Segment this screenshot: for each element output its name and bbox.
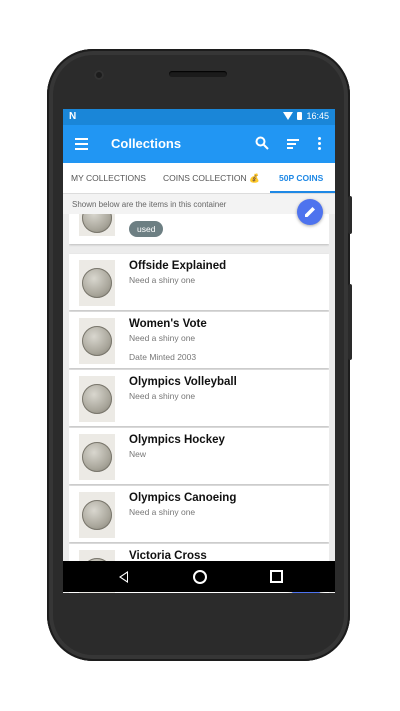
more-options-icon[interactable] xyxy=(318,137,322,151)
sort-filter-icon[interactable] xyxy=(287,139,299,149)
coin-thumbnail xyxy=(79,376,115,422)
recents-icon[interactable] xyxy=(270,570,283,583)
notification-icon: N xyxy=(69,111,77,122)
wifi-icon xyxy=(283,112,294,120)
list-item[interactable]: Olympics Canoeing Need a shiny one xyxy=(69,486,329,542)
coin-thumbnail xyxy=(79,434,115,480)
coin-image xyxy=(82,442,112,472)
list-item[interactable]: Olympics Volleyball Need a shiny one xyxy=(69,370,329,426)
edit-button[interactable] xyxy=(297,199,323,225)
status-right-group: 16:45 xyxy=(283,111,329,121)
tab-bar: MY COLLECTIONS COINS COLLECTION 💰 50P CO… xyxy=(63,163,335,194)
container-info-strip: Shown below are the items in this contai… xyxy=(63,194,335,214)
coin-image xyxy=(82,326,112,356)
pencil-icon xyxy=(305,207,315,217)
item-title: Olympics Hockey xyxy=(129,434,225,446)
front-camera xyxy=(94,70,104,80)
home-icon[interactable] xyxy=(193,570,207,584)
coin-thumbnail xyxy=(79,214,115,236)
condition-chip: used xyxy=(129,221,164,237)
item-list[interactable]: used Offside Explained Need a shiny one … xyxy=(69,214,329,593)
search-icon[interactable] xyxy=(255,136,269,150)
item-subtitle: Need a shiny one xyxy=(129,275,196,285)
item-title: Women's Vote xyxy=(129,318,207,330)
tab-my-collections[interactable]: MY COLLECTIONS xyxy=(71,173,146,183)
list-item[interactable]: Offside Explained Need a shiny one xyxy=(69,254,329,310)
coin-thumbnail xyxy=(79,492,115,538)
coin-thumbnail xyxy=(79,260,115,306)
power-button xyxy=(348,196,352,234)
coin-image xyxy=(82,214,112,233)
item-subtitle: Need a shiny one xyxy=(129,333,196,343)
app-bar: Collections xyxy=(63,125,335,163)
tab-coins-collection[interactable]: COINS COLLECTION 💰 xyxy=(163,173,260,184)
status-time: 16:45 xyxy=(306,111,329,121)
app-screen: N 16:45 Collections MY COLLECTIONS COINS… xyxy=(63,109,335,593)
item-title: Olympics Volleyball xyxy=(129,376,237,388)
item-subtitle: Need a shiny one xyxy=(129,391,196,401)
item-date-minted: Date Minted 2003 xyxy=(129,352,197,362)
active-tab-indicator xyxy=(270,191,335,193)
list-item[interactable]: used xyxy=(69,214,329,244)
page-title: Collections xyxy=(111,136,182,151)
hamburger-menu-icon[interactable] xyxy=(75,138,88,150)
item-subtitle: Need a shiny one xyxy=(129,507,196,517)
item-subtitle: New xyxy=(129,449,147,459)
item-title: Olympics Canoeing xyxy=(129,492,237,504)
item-title: Offside Explained xyxy=(129,260,227,272)
earpiece-speaker xyxy=(169,71,227,77)
coin-image xyxy=(82,500,112,530)
battery-icon xyxy=(297,112,303,120)
list-item[interactable]: Olympics Hockey New xyxy=(69,428,329,484)
list-item[interactable]: Women's Vote Need a shiny one Date Minte… xyxy=(69,312,329,368)
container-info-text: Shown below are the items in this contai… xyxy=(72,200,227,209)
volume-rocker xyxy=(348,284,352,360)
status-bar: N 16:45 xyxy=(63,109,335,125)
tab-50p-coins[interactable]: 50P COINS xyxy=(279,173,323,183)
back-icon[interactable] xyxy=(119,571,128,583)
system-nav-bar xyxy=(63,561,335,592)
coin-image xyxy=(82,384,112,414)
coin-thumbnail xyxy=(79,318,115,364)
coin-image xyxy=(82,268,112,298)
